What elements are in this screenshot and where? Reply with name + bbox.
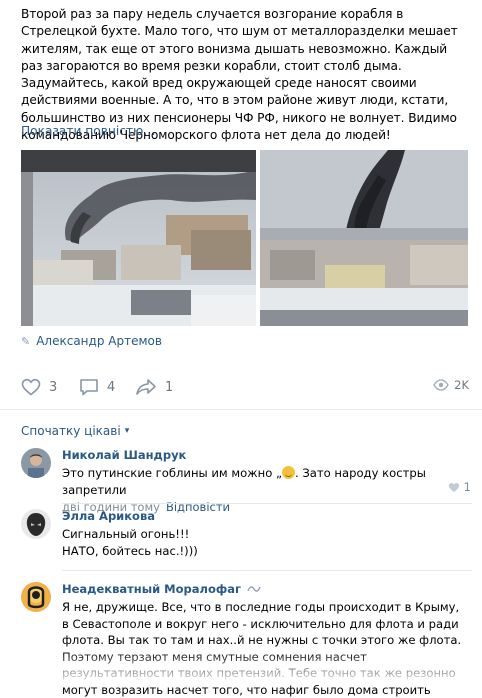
pen-icon: ✎ bbox=[21, 334, 31, 348]
bottom-fade bbox=[0, 650, 482, 680]
comment-text: Это путинские гоблины им можно „. Зато н… bbox=[62, 466, 426, 497]
share-button[interactable]: 1 bbox=[135, 378, 173, 396]
photo-smoke-city-view[interactable] bbox=[260, 150, 468, 326]
share-icon bbox=[136, 379, 156, 395]
comment-author[interactable]: Неадекватный Моралофаг bbox=[62, 582, 467, 596]
comment-item: Николай Шандрук Это путинские гоблины им… bbox=[21, 448, 471, 514]
divider bbox=[0, 409, 482, 410]
heart-icon bbox=[21, 378, 41, 396]
comment-text: Сигнальный огонь!!! НАТО, бойтесь нас.!)… bbox=[62, 526, 467, 559]
show-more-link[interactable]: Показати повністю… bbox=[21, 124, 156, 138]
like-count: 3 bbox=[49, 379, 58, 395]
comment-text-line: Сигнальный огонь!!! bbox=[62, 527, 190, 541]
grin-emoji-icon bbox=[281, 466, 295, 479]
divider bbox=[62, 503, 472, 504]
heart-icon bbox=[448, 482, 459, 492]
share-count: 1 bbox=[165, 379, 174, 395]
comment-author[interactable]: Элла Арикова bbox=[62, 509, 467, 523]
photo-smoke-balcony-view[interactable] bbox=[21, 150, 256, 326]
views-count: 2K bbox=[454, 378, 469, 392]
sort-label: Спочатку цікаві bbox=[21, 424, 121, 438]
post-actions: 3 4 1 2K bbox=[21, 378, 469, 400]
post-author[interactable]: ✎ Александр Артемов bbox=[21, 334, 162, 348]
eye-icon bbox=[433, 379, 449, 391]
views-counter: 2K bbox=[433, 378, 469, 392]
comment-text: Я не, дружище. Все, что в последние годы… bbox=[62, 600, 462, 697]
comment-author-name[interactable]: Неадекватный Моралофаг bbox=[62, 582, 241, 596]
avatar[interactable] bbox=[21, 509, 51, 539]
comment-icon bbox=[80, 379, 98, 396]
avatar[interactable] bbox=[21, 448, 51, 478]
comment-button[interactable]: 4 bbox=[79, 378, 115, 396]
chevron-down-icon: ▾ bbox=[124, 426, 130, 436]
comment-text-line: НАТО, бойтесь нас.!))) bbox=[62, 543, 198, 558]
comment-like-count: 1 bbox=[463, 480, 471, 494]
divider bbox=[62, 570, 472, 571]
comment-item: Элла Арикова Сигнальный огонь!!! НАТО, б… bbox=[21, 509, 471, 571]
post-author-name[interactable]: Александр Артемов bbox=[36, 334, 162, 348]
comment-like-button[interactable]: 1 bbox=[448, 480, 471, 494]
comment-author[interactable]: Николай Шандрук bbox=[62, 448, 467, 462]
avatar[interactable] bbox=[21, 582, 51, 612]
like-button[interactable]: 3 bbox=[21, 378, 57, 396]
comments-sort-dropdown[interactable]: Спочатку цікаві ▾ bbox=[21, 424, 129, 438]
comment-count: 4 bbox=[107, 379, 116, 395]
wave-icon bbox=[247, 586, 261, 592]
